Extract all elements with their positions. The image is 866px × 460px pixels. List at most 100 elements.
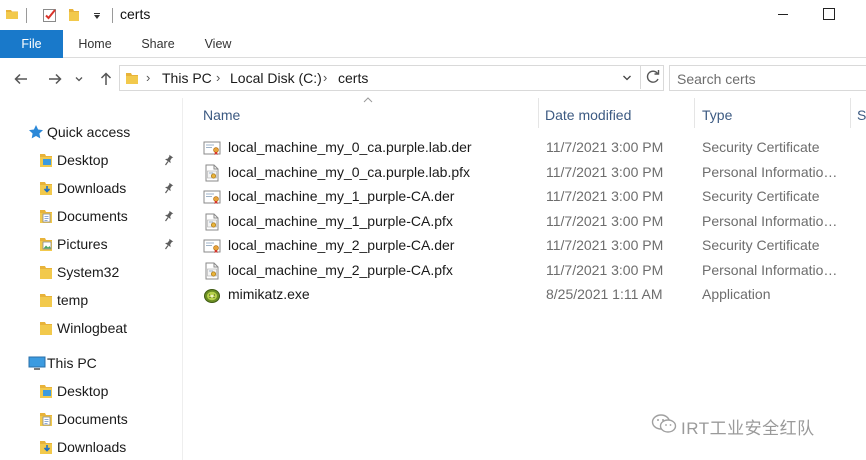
nav-item-desktop[interactable]: Desktop <box>0 147 182 173</box>
minimize-button[interactable] <box>760 0 806 30</box>
address-dropdown-icon[interactable] <box>622 72 632 86</box>
kiwi-app-icon <box>203 286 221 307</box>
back-button[interactable] <box>10 68 32 90</box>
certificate-icon <box>203 139 221 160</box>
watermark-text: IRT工业安全红队 <box>681 419 815 438</box>
folder-icon <box>5 7 19 26</box>
star-icon <box>28 124 44 143</box>
file-date-modified: 11/7/2021 3:00 PM <box>546 163 664 180</box>
up-arrow-icon <box>100 72 112 85</box>
column-header-size[interactable]: S <box>857 98 866 132</box>
quick-access-separator <box>26 8 27 23</box>
file-name: mimikatz.exe <box>228 286 310 302</box>
nav-label: Desktop <box>57 383 109 399</box>
file-type: Security Certificate <box>702 139 820 155</box>
up-button[interactable] <box>95 68 117 90</box>
file-row[interactable]: local_machine_my_0_ca.purple.lab.der 11/7… <box>201 136 866 160</box>
file-type: Security Certificate <box>702 237 820 253</box>
file-row[interactable]: local_machine_my_1_purple-CA.der 11/7/202… <box>201 185 866 209</box>
tab-share[interactable]: Share <box>134 30 182 58</box>
nav-label: temp <box>57 292 89 308</box>
nav-label: Documents <box>57 411 128 427</box>
column-header-name[interactable]: Name <box>203 98 538 132</box>
file-date-modified: 11/7/2021 3:00 PM <box>546 212 664 229</box>
file-name: local_machine_my_1_purple-CA.pfx <box>228 212 453 229</box>
nav-item-pictures[interactable]: Pictures <box>0 231 182 257</box>
nav-quick-access[interactable]: Quick access <box>0 119 182 145</box>
file-list: Name Date modified Type S local_machine_… <box>183 97 866 460</box>
chevron-down-icon <box>75 77 83 82</box>
folder-icon <box>124 70 140 91</box>
pin-icon[interactable] <box>162 181 174 197</box>
file-row[interactable]: mimikatz.exe 8/25/2021 1:11 AM Application <box>201 283 866 307</box>
nav-pc-item-desktop[interactable]: Desktop <box>0 378 182 404</box>
file-row[interactable]: local_machine_my_1_purple-CA.pfx 11/7/202… <box>201 210 866 234</box>
documents-folder-icon <box>38 208 54 227</box>
nav-item-documents[interactable]: Documents <box>0 203 182 229</box>
documents-folder-icon <box>38 411 54 430</box>
properties-check-icon[interactable] <box>42 7 58 28</box>
navigation-pane: Quick access Desktop Downloads Documents Pi… <box>0 98 183 460</box>
folder-icon <box>38 264 54 283</box>
nav-item-system32[interactable]: System32 <box>0 259 182 285</box>
pictures-folder-icon <box>38 236 54 255</box>
file-name: local_machine_my_2_purple-CA.der <box>228 237 455 253</box>
pin-icon[interactable] <box>162 209 174 225</box>
nav-pc-item-documents[interactable]: Documents <box>0 406 182 432</box>
breadcrumb-local-disk[interactable]: Local Disk (C:) <box>230 70 322 86</box>
file-row[interactable]: local_machine_my_2_purple-CA.der 11/7/202… <box>201 234 866 258</box>
file-row[interactable]: local_machine_my_0_ca.purple.lab.pfx 11/7… <box>201 161 866 185</box>
nav-label: This PC <box>47 355 97 371</box>
file-name: local_machine_my_0_ca.purple.lab.der <box>228 139 472 155</box>
file-date-modified: 11/7/2021 3:00 PM <box>546 188 664 204</box>
certificate-icon <box>203 237 221 258</box>
refresh-button[interactable] <box>640 65 664 89</box>
tab-home[interactable]: Home <box>70 30 120 58</box>
breadcrumb-chevron-icon: › <box>146 70 151 85</box>
nav-label: System32 <box>57 264 120 280</box>
pin-icon[interactable] <box>162 153 174 169</box>
nav-item-temp[interactable]: temp <box>0 287 182 313</box>
downloads-folder-icon <box>38 439 54 458</box>
tab-file[interactable]: File <box>0 30 63 58</box>
desktop-folder-icon <box>38 152 54 171</box>
breadcrumb-this-pc[interactable]: This PC <box>162 70 212 86</box>
address-bar[interactable]: › This PC › Local Disk (C:) › certs <box>119 65 664 91</box>
file-name: local_machine_my_0_ca.purple.lab.pfx <box>228 163 471 180</box>
pin-icon[interactable] <box>162 237 174 253</box>
nav-label: Downloads <box>57 180 127 196</box>
column-divider[interactable] <box>850 98 851 128</box>
title-separator <box>112 8 113 23</box>
column-header-date[interactable]: Date modified <box>545 98 695 132</box>
nav-item-downloads[interactable]: Downloads <box>0 175 182 201</box>
forward-button[interactable] <box>44 68 66 90</box>
maximize-button[interactable] <box>806 0 852 30</box>
pfx-icon <box>203 164 221 185</box>
refresh-icon <box>646 70 660 83</box>
forward-arrow-icon <box>49 73 62 85</box>
nav-label: Quick access <box>47 124 131 140</box>
file-type: Personal Information... <box>702 261 842 278</box>
file-type: Personal Information... <box>702 212 842 229</box>
back-arrow-icon <box>14 73 27 85</box>
nav-this-pc[interactable]: This PC <box>0 350 182 376</box>
nav-item-winlogbeat[interactable]: Winlogbeat <box>0 315 182 341</box>
pfx-icon <box>203 213 221 234</box>
search-box[interactable]: Search certs <box>669 65 866 91</box>
column-divider[interactable] <box>694 98 695 128</box>
column-divider[interactable] <box>538 98 539 128</box>
breadcrumb-chevron-icon: › <box>216 70 221 85</box>
nav-label: Desktop <box>57 152 109 168</box>
recent-locations-button[interactable] <box>71 68 87 90</box>
nav-pc-item-downloads[interactable]: Downloads <box>0 434 182 460</box>
file-row[interactable]: local_machine_my_2_purple-CA.pfx 11/7/202… <box>201 259 866 283</box>
tab-view[interactable]: View <box>196 30 240 58</box>
breadcrumb-certs[interactable]: certs <box>338 70 368 86</box>
column-header-type[interactable]: Type <box>702 98 852 132</box>
certificate-icon <box>203 188 221 209</box>
column-header-label: Date modified <box>545 107 632 123</box>
customize-toolbar-chevron-icon[interactable] <box>92 9 102 27</box>
window-title: certs <box>120 6 151 22</box>
pfx-icon <box>203 262 221 283</box>
new-folder-icon[interactable] <box>67 7 81 28</box>
